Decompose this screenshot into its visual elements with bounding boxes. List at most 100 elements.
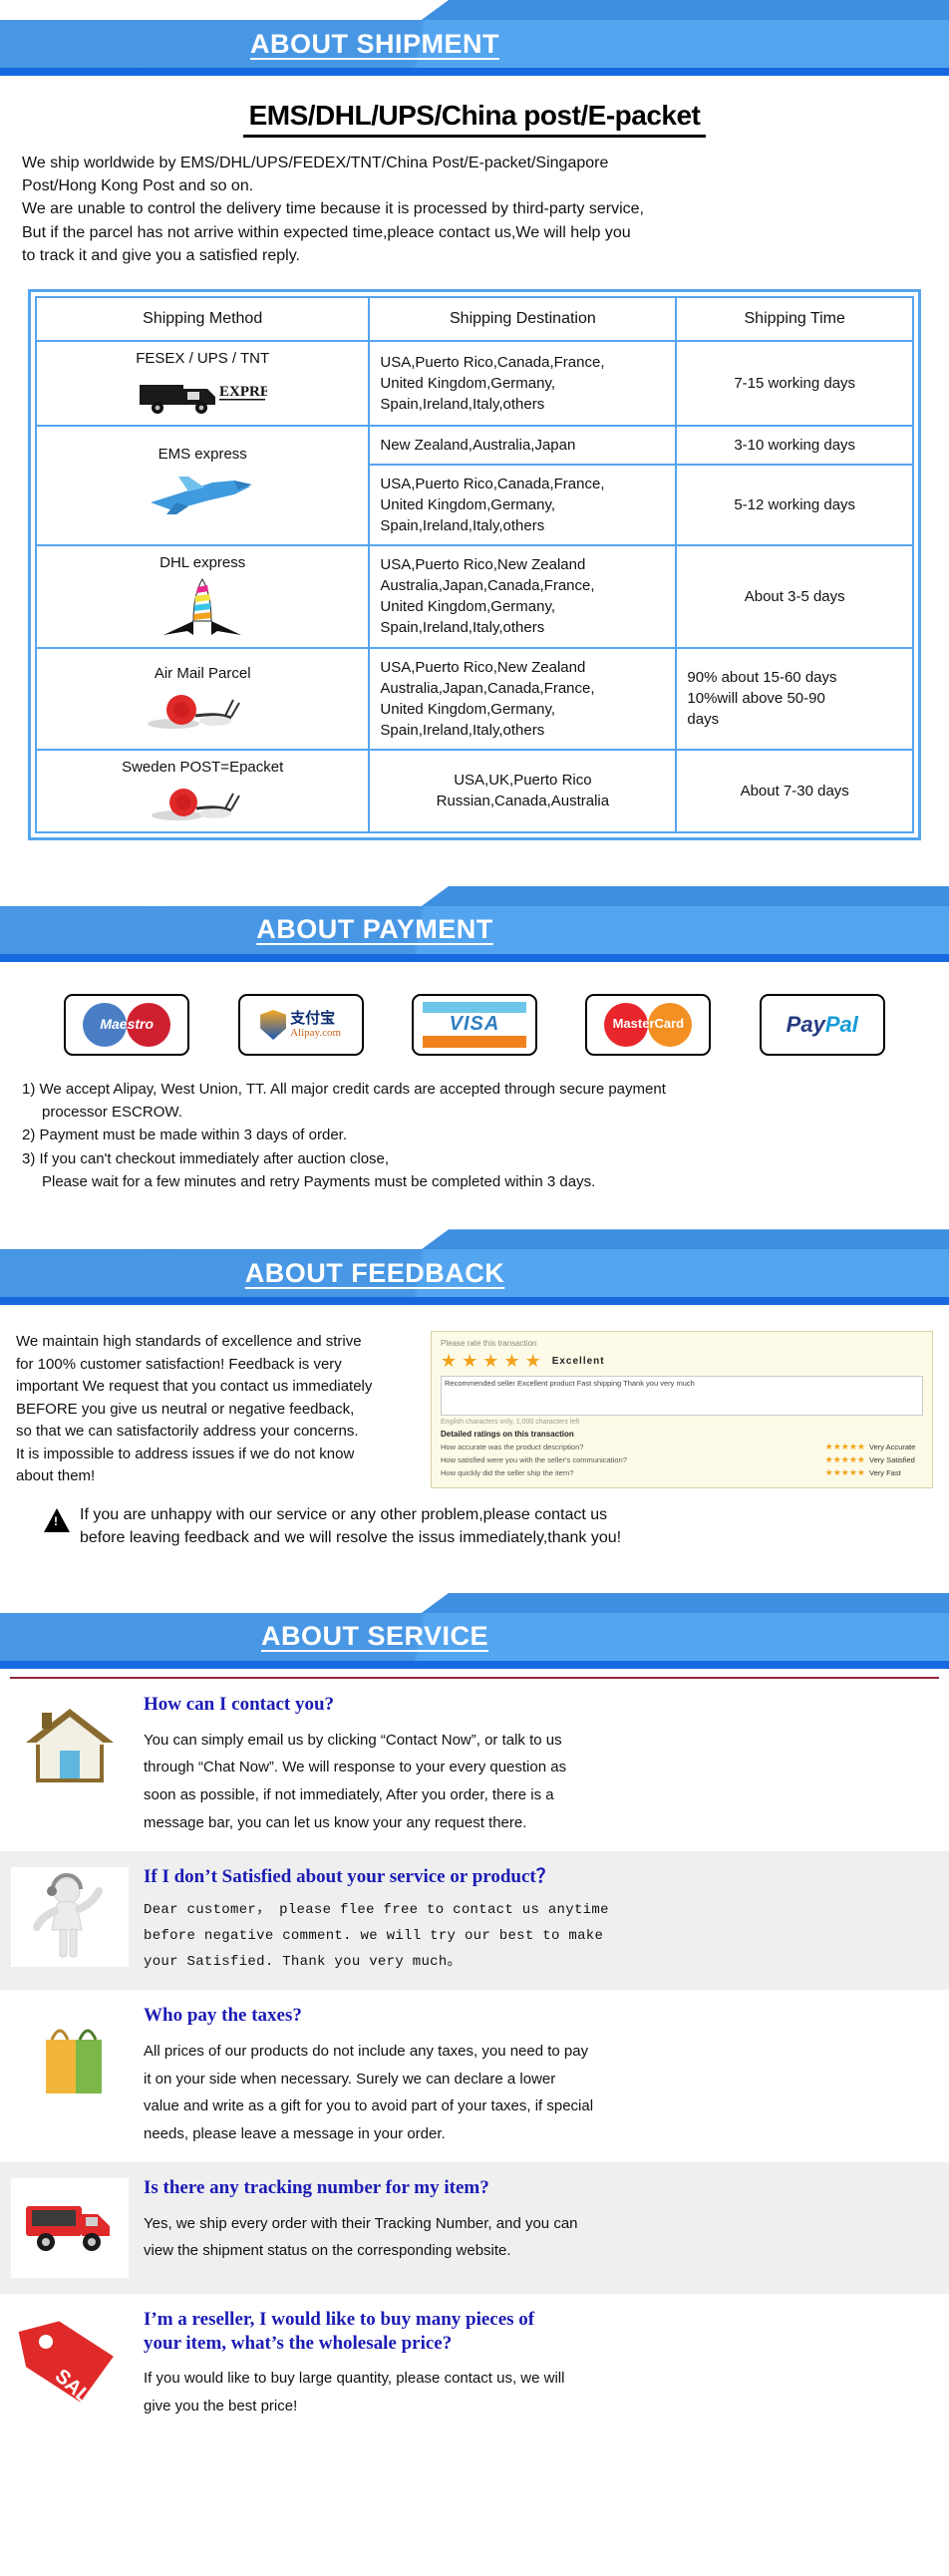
- detail-rating-row: How satisfied were you with the seller's…: [441, 1454, 923, 1465]
- service-banner: ABOUT SERVICE: [0, 1592, 949, 1671]
- alipay-mark: 支付宝 Alipay.com: [260, 1009, 342, 1040]
- service-item-taxes: Who pay the taxes? All prices of our pro…: [0, 1990, 949, 2162]
- answer-line: Dear customer， please flee free to conta…: [144, 1902, 609, 1919]
- cell-destination: USA,Puerto Rico,Canada,France, United Ki…: [368, 339, 678, 427]
- cell-time: 7-15 working days: [675, 339, 914, 427]
- star-icon[interactable]: ★: [462, 1351, 478, 1372]
- service-body: I’m a reseller, I would like to buy many…: [144, 2308, 935, 2420]
- table-header-row: Shipping Method Shipping Destination Shi…: [34, 295, 914, 342]
- paypal-logo: PayPal: [759, 993, 885, 1056]
- visa-logo: VISA: [411, 993, 537, 1056]
- airplane-icon: [151, 477, 253, 515]
- svg-text:EXPRESS: EXPRESS: [219, 384, 267, 400]
- rating-stars[interactable]: ★ ★ ★ ★ ★ Excellent: [441, 1351, 923, 1372]
- house-icon: [26, 1708, 114, 1782]
- answer-line: value and write as a gift for you to avo…: [144, 2097, 594, 2115]
- detail-rating-row: How accurate was the product description…: [441, 1442, 923, 1452]
- feedback-warning-text: If you are unhappy with our service or a…: [80, 1504, 621, 1549]
- shipment-title-text: EMS/DHL/UPS/China post/E-packet: [242, 100, 707, 138]
- answer-line: soon as possible, if not immediately, Af…: [144, 1786, 554, 1804]
- banner-underline-bar: [0, 68, 949, 76]
- feedback-rating-widget: Please rate this transaction ★ ★ ★ ★ ★ E…: [431, 1331, 933, 1489]
- cell-time: About 3-5 days: [675, 543, 914, 649]
- feedback-banner: ABOUT FEEDBACK: [0, 1229, 949, 1307]
- truck-express-icon: EXPRESS: [140, 384, 267, 414]
- answer-line: through “Chat Now”. We will response to …: [144, 1759, 567, 1776]
- col-header-time: Shipping Time: [675, 295, 914, 342]
- service-answer: Yes, we ship every order with their Trac…: [144, 2210, 915, 2266]
- table-row: Air Mail Parcel USA,Puerto Rico,New Zeal…: [34, 646, 914, 751]
- banner-triangle-decor: [419, 1229, 949, 1252]
- answer-line: You can simply email us by clicking “Con…: [144, 1731, 562, 1749]
- payment-terms: 1) We accept Alipay, West Union, TT. All…: [0, 1066, 949, 1193]
- cell-destination: New Zealand,Australia,Japan: [368, 424, 678, 466]
- detail-question: How accurate was the product description…: [441, 1443, 584, 1452]
- feedback-text-line: It is impossible to address issues if we…: [16, 1445, 355, 1462]
- service-body: If I don’t Satisfied about your service …: [144, 1865, 935, 1976]
- detail-question: How quickly did the seller ship the item…: [441, 1468, 574, 1478]
- star-icon[interactable]: ★: [482, 1351, 499, 1372]
- sale-tag-icon: SALE: [18, 2321, 114, 2408]
- star-icon[interactable]: ★: [525, 1351, 542, 1372]
- payment-term-line: processor ESCROW.: [42, 1104, 182, 1122]
- cell-method: EMS express: [34, 424, 371, 546]
- feedback-text: We maintain high standards of excellence…: [16, 1331, 415, 1488]
- maestro-logo: Maestro: [64, 993, 190, 1056]
- shipment-intro-line: Post/Hong Kong Post and so on.: [22, 177, 254, 195]
- answer-line: message bar, you can let us know your an…: [144, 1813, 527, 1831]
- detail-question: How satisfied were you with the seller's…: [441, 1455, 627, 1465]
- service-icon-wrap: [10, 1865, 130, 1969]
- service-question: How can I contact you?: [144, 1693, 335, 1715]
- shipment-intro-line: We ship worldwide by EMS/DHL/UPS/FEDEX/T…: [22, 155, 609, 171]
- service-body: How can I contact you? You can simply em…: [144, 1693, 935, 1837]
- answer-line: view the shipment status on the correspo…: [144, 2242, 511, 2260]
- col-header-method: Shipping Method: [34, 295, 371, 342]
- cell-time: 3-10 working days: [675, 424, 914, 466]
- snail-icon: [148, 695, 241, 730]
- method-label: EMS express: [158, 446, 247, 464]
- shipment-section: EMS/DHL/UPS/China post/E-packet We ship …: [0, 100, 949, 840]
- method-label: DHL express: [159, 553, 246, 571]
- warning-line: If you are unhappy with our service or a…: [80, 1506, 608, 1524]
- detailed-ratings-header: Detailed ratings on this transaction: [441, 1430, 574, 1440]
- dhl-rocket-icon: [163, 577, 242, 635]
- banner-triangle-decor: [419, 0, 949, 22]
- banner-underline-bar: [0, 953, 949, 962]
- feedback-comment-box[interactable]: Recommended seller Excellent product Fas…: [441, 1376, 923, 1417]
- detail-value: Very Accurate: [869, 1443, 916, 1452]
- method-label: Air Mail Parcel: [154, 665, 251, 683]
- product-description-page: ABOUT SHIPMENT EMS/DHL/UPS/China post/E-…: [0, 0, 949, 2454]
- star-icon[interactable]: ★: [441, 1351, 458, 1372]
- cell-method: FESEX / UPS / TNT EXPRESS: [34, 339, 371, 427]
- shipment-intro-line: We are unable to control the delivery ti…: [22, 200, 644, 218]
- answer-line: give you the best price!: [144, 2398, 298, 2415]
- method-label: Sweden POST=Epacket: [122, 758, 284, 776]
- cell-time: 90% about 15-60 days 10%will above 50-90…: [675, 646, 914, 751]
- paypal-label-a: Pay: [786, 1011, 825, 1037]
- service-item-contact: How can I contact you? You can simply em…: [0, 1679, 949, 1851]
- feedback-warning: If you are unhappy with our service or a…: [0, 1488, 949, 1549]
- banner-triangle-decor: [419, 1592, 949, 1615]
- maestro-circles-icon: Maestro: [79, 1002, 174, 1047]
- shipment-intro: We ship worldwide by EMS/DHL/UPS/FEDEX/T…: [22, 152, 931, 267]
- cell-method: Air Mail Parcel: [34, 646, 371, 751]
- cell-time: 5-12 working days: [675, 463, 914, 546]
- service-icon-wrap: [10, 2004, 130, 2107]
- service-body: Is there any tracking number for my item…: [144, 2176, 935, 2265]
- star-icon[interactable]: ★: [503, 1351, 520, 1372]
- detail-value: Very Fast: [869, 1468, 901, 1478]
- payment-term-line: 3) If you can't checkout immediately aft…: [22, 1149, 390, 1167]
- answer-line: needs, please leave a message in your or…: [144, 2125, 446, 2143]
- alipay-label: 支付宝: [290, 1010, 336, 1028]
- maestro-label: Maestro: [100, 1015, 155, 1032]
- alipay-sublabel: Alipay.com: [290, 1026, 342, 1039]
- icon-frame: [11, 2177, 129, 2278]
- detail-rating-row: How quickly did the seller ship the item…: [441, 1467, 923, 1478]
- table-row: EMS express New Zealand,Australia,Japan …: [34, 424, 914, 546]
- table-row: Sweden POST=Epacket USA,UK,Puerto Rico R…: [34, 748, 914, 833]
- icon-frame: [11, 1866, 129, 1967]
- alipay-logo: 支付宝 Alipay.com: [237, 993, 364, 1056]
- answer-line: before negative comment. we will try our…: [144, 1928, 604, 1945]
- snail-icon: [152, 788, 241, 820]
- service-question: If I don’t Satisfied about your service …: [144, 1865, 555, 1887]
